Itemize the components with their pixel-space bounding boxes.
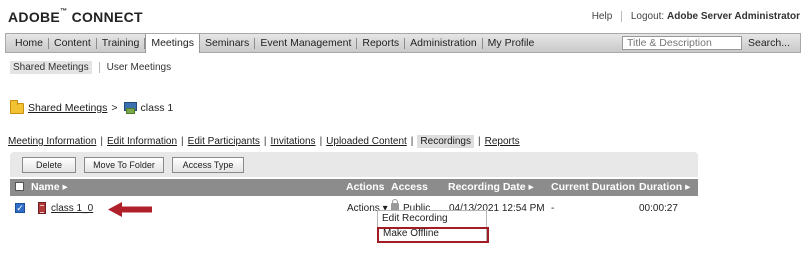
tab-separator: |: [181, 136, 184, 147]
main-nav-bar: Home Content Training Meetings Seminars …: [5, 33, 801, 53]
search-input[interactable]: [622, 36, 742, 50]
breadcrumb: Shared Meetings > class 1: [10, 99, 174, 114]
tab-separator: |: [478, 136, 481, 147]
top-separator: [621, 11, 623, 22]
logout-link[interactable]: Logout:: [631, 11, 664, 22]
brand-logo: ADOBE™ CONNECT: [8, 8, 143, 25]
column-current-duration-header: Current Duration: [551, 181, 635, 193]
select-all-checkbox[interactable]: [15, 182, 24, 191]
top-links: Help Logout: Adobe Server Administrator: [592, 11, 800, 22]
tab-separator: |: [410, 136, 414, 147]
recordings-toolbar: Delete Move To Folder Access Type: [10, 152, 698, 177]
nav-my-profile[interactable]: My Profile: [483, 34, 540, 52]
column-actions-header: Actions: [346, 181, 385, 193]
nav-meetings[interactable]: Meetings: [145, 34, 200, 53]
nav-home[interactable]: Home: [10, 34, 48, 52]
subnav-shared-meetings[interactable]: Shared Meetings: [10, 61, 92, 74]
breadcrumb-current: class 1: [140, 102, 174, 114]
nav-administration[interactable]: Administration: [405, 34, 482, 52]
meetings-subnav: Shared Meetings User Meetings: [10, 61, 171, 74]
brand-text: ADOBE: [8, 9, 61, 25]
recording-name-link[interactable]: class 1_0: [51, 203, 93, 214]
brand-registered: ™: [60, 8, 68, 15]
main-nav-items: Home Content Training Meetings Seminars …: [10, 34, 540, 53]
search-button[interactable]: Search...: [748, 36, 790, 50]
meeting-icon: [123, 102, 137, 114]
tab-invitations[interactable]: Invitations: [271, 136, 316, 147]
current-duration-cell: -: [551, 203, 555, 214]
tab-recordings[interactable]: Recordings: [417, 135, 474, 148]
help-link[interactable]: Help: [592, 11, 613, 22]
move-to-folder-button[interactable]: Move To Folder: [84, 157, 164, 173]
recordings-table-header: Name ▸ Actions Access Recording Date ▸ C…: [10, 179, 698, 196]
nav-event-management[interactable]: Event Management: [255, 34, 356, 52]
tab-reports[interactable]: Reports: [485, 136, 520, 147]
delete-button[interactable]: Delete: [22, 157, 76, 173]
current-user: Adobe Server Administrator: [667, 11, 800, 23]
tab-meeting-information[interactable]: Meeting Information: [8, 136, 96, 147]
breadcrumb-separator: >: [111, 102, 118, 114]
breadcrumb-shared-meetings[interactable]: Shared Meetings: [28, 102, 107, 114]
subnav-separator: [98, 62, 100, 73]
menu-edit-recording[interactable]: Edit Recording: [378, 212, 486, 226]
tab-separator: |: [319, 136, 323, 147]
nav-seminars[interactable]: Seminars: [200, 34, 254, 52]
tab-separator: |: [100, 136, 103, 147]
column-duration-header[interactable]: Duration ▸: [639, 181, 690, 193]
column-access-header: Access: [391, 181, 428, 193]
menu-make-offline[interactable]: Make Offline: [377, 227, 489, 243]
annotation-arrow-icon: [108, 202, 152, 217]
folder-icon: [10, 99, 24, 114]
nav-reports[interactable]: Reports: [357, 34, 404, 52]
duration-cell: 00:00:27: [639, 203, 678, 214]
meeting-tabs: Meeting Information | Edit Information |…: [8, 135, 520, 148]
column-name-header[interactable]: Name ▸: [31, 181, 68, 193]
nav-training[interactable]: Training: [97, 34, 145, 52]
tab-uploaded-content[interactable]: Uploaded Content: [326, 136, 407, 147]
row-checkbox[interactable]: ✓: [15, 203, 25, 213]
recording-icon: [38, 202, 46, 214]
column-recording-date-header[interactable]: Recording Date ▸: [448, 181, 534, 193]
actions-menu: Edit Recording Make Offline: [377, 210, 489, 243]
tab-edit-information[interactable]: Edit Information: [107, 136, 177, 147]
subnav-user-meetings[interactable]: User Meetings: [107, 62, 171, 73]
tab-edit-participants[interactable]: Edit Participants: [188, 136, 260, 147]
brand-product: CONNECT: [67, 9, 143, 25]
access-type-button[interactable]: Access Type: [172, 157, 244, 173]
tab-separator: |: [263, 136, 267, 147]
nav-content[interactable]: Content: [49, 34, 96, 52]
